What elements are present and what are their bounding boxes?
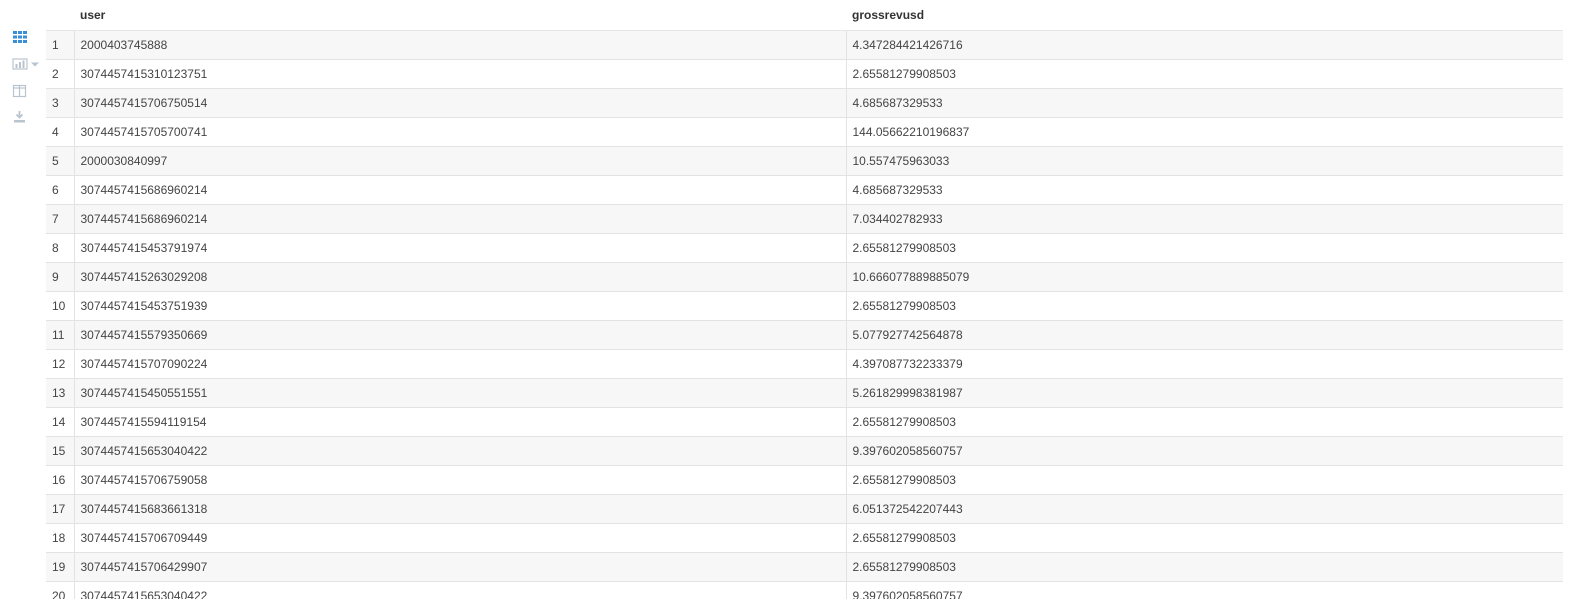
row-index: 16 bbox=[46, 465, 75, 495]
cell-grossrevusd[interactable]: 2.65581279908503 bbox=[846, 407, 1563, 437]
table-row: 3 3074457415706750514 4.685687329533 bbox=[46, 88, 1563, 118]
cell-user[interactable]: 3074457415653040422 bbox=[74, 436, 847, 466]
cell-user[interactable]: 3074457415653040422 bbox=[74, 581, 847, 599]
cell-user[interactable]: 3074457415450551551 bbox=[74, 378, 847, 408]
table-body: 1 2000403745888 4.347284421426716 2 3074… bbox=[46, 30, 1563, 599]
row-index: 3 bbox=[46, 88, 75, 118]
table-row: 4 3074457415705700741 144.05662210196837 bbox=[46, 117, 1563, 147]
table-row: 11 3074457415579350669 5.077927742564878 bbox=[46, 320, 1563, 350]
cell-user[interactable]: 3074457415706750514 bbox=[74, 88, 847, 118]
cell-user[interactable]: 2000030840997 bbox=[74, 146, 847, 176]
cell-grossrevusd[interactable]: 2.65581279908503 bbox=[846, 552, 1563, 582]
bar-chart-icon bbox=[12, 58, 39, 70]
row-index: 13 bbox=[46, 378, 75, 408]
table-row: 8 3074457415453791974 2.65581279908503 bbox=[46, 233, 1563, 263]
cell-grossrevusd[interactable]: 7.034402782933 bbox=[846, 204, 1563, 234]
cell-grossrevusd[interactable]: 4.685687329533 bbox=[846, 175, 1563, 205]
row-index: 8 bbox=[46, 233, 75, 263]
table-row: 12 3074457415707090224 4.397087732233379 bbox=[46, 349, 1563, 379]
cell-user[interactable]: 3074457415706759058 bbox=[74, 465, 847, 495]
table-header-row: user grossrevusd bbox=[46, 0, 1563, 31]
table-row: 19 3074457415706429907 2.65581279908503 bbox=[46, 552, 1563, 582]
row-index: 19 bbox=[46, 552, 75, 582]
results-grid: user grossrevusd 1 2000403745888 4.34728… bbox=[46, 0, 1563, 599]
download-button[interactable] bbox=[12, 110, 42, 128]
cell-grossrevusd[interactable]: 4.347284421426716 bbox=[846, 30, 1563, 60]
cell-user[interactable]: 3074457415706429907 bbox=[74, 552, 847, 582]
cell-user[interactable]: 3074457415453751939 bbox=[74, 291, 847, 321]
row-index: 5 bbox=[46, 146, 75, 176]
cell-grossrevusd[interactable]: 4.397087732233379 bbox=[846, 349, 1563, 379]
cell-grossrevusd[interactable]: 10.557475963033 bbox=[846, 146, 1563, 176]
cell-grossrevusd[interactable]: 4.685687329533 bbox=[846, 88, 1563, 118]
row-index: 20 bbox=[46, 581, 75, 599]
row-index: 10 bbox=[46, 291, 75, 321]
column-header-index bbox=[46, 0, 74, 31]
cell-user[interactable]: 3074457415706709449 bbox=[74, 523, 847, 553]
cell-user[interactable]: 2000403745888 bbox=[74, 30, 847, 60]
table-row: 5 2000030840997 10.557475963033 bbox=[46, 146, 1563, 176]
chart-view-button[interactable] bbox=[12, 57, 42, 75]
table-row: 1 2000403745888 4.347284421426716 bbox=[46, 30, 1563, 60]
row-index: 1 bbox=[46, 30, 75, 60]
table-row: 16 3074457415706759058 2.65581279908503 bbox=[46, 465, 1563, 495]
table-view-button[interactable] bbox=[12, 30, 42, 48]
row-index: 6 bbox=[46, 175, 75, 205]
row-index: 9 bbox=[46, 262, 75, 292]
table-row: 18 3074457415706709449 2.65581279908503 bbox=[46, 523, 1563, 553]
cell-grossrevusd[interactable]: 2.65581279908503 bbox=[846, 59, 1563, 89]
cell-user[interactable]: 3074457415683661318 bbox=[74, 494, 847, 524]
cell-grossrevusd[interactable]: 2.65581279908503 bbox=[846, 523, 1563, 553]
cell-grossrevusd[interactable]: 9.397602058560757 bbox=[846, 436, 1563, 466]
row-index: 14 bbox=[46, 407, 75, 437]
columns-icon bbox=[12, 84, 27, 98]
row-index: 4 bbox=[46, 117, 75, 147]
table-row: 15 3074457415653040422 9.397602058560757 bbox=[46, 436, 1563, 466]
row-index: 17 bbox=[46, 494, 75, 524]
cell-user[interactable]: 3074457415705700741 bbox=[74, 117, 847, 147]
table-row: 14 3074457415594119154 2.65581279908503 bbox=[46, 407, 1563, 437]
cell-user[interactable]: 3074457415594119154 bbox=[74, 407, 847, 437]
table-row: 20 3074457415653040422 9.397602058560757 bbox=[46, 581, 1563, 599]
table-row: 7 3074457415686960214 7.034402782933 bbox=[46, 204, 1563, 234]
table-row: 9 3074457415263029208 10.666077889885079 bbox=[46, 262, 1563, 292]
cell-user[interactable]: 3074457415686960214 bbox=[74, 175, 847, 205]
row-index: 15 bbox=[46, 436, 75, 466]
column-header-user[interactable]: user bbox=[74, 0, 846, 31]
cell-grossrevusd[interactable]: 2.65581279908503 bbox=[846, 291, 1563, 321]
column-header-grossrevusd[interactable]: grossrevusd bbox=[846, 0, 1563, 31]
row-index: 12 bbox=[46, 349, 75, 379]
row-index: 11 bbox=[46, 320, 75, 350]
table-grid-icon bbox=[13, 31, 27, 43]
table-row: 17 3074457415683661318 6.051372542207443 bbox=[46, 494, 1563, 524]
table-row: 2 3074457415310123751 2.65581279908503 bbox=[46, 59, 1563, 89]
row-index: 7 bbox=[46, 204, 75, 234]
cell-grossrevusd[interactable]: 2.65581279908503 bbox=[846, 233, 1563, 263]
view-toolbar bbox=[0, 0, 46, 599]
cell-grossrevusd[interactable]: 10.666077889885079 bbox=[846, 262, 1563, 292]
table-row: 13 3074457415450551551 5.261829998381987 bbox=[46, 378, 1563, 408]
cell-grossrevusd[interactable]: 144.05662210196837 bbox=[846, 117, 1563, 147]
table-row: 6 3074457415686960214 4.685687329533 bbox=[46, 175, 1563, 205]
results-view: user grossrevusd 1 2000403745888 4.34728… bbox=[0, 0, 1569, 599]
cell-user[interactable]: 3074457415453791974 bbox=[74, 233, 847, 263]
download-icon bbox=[14, 111, 25, 123]
cell-grossrevusd[interactable]: 2.65581279908503 bbox=[846, 465, 1563, 495]
cell-grossrevusd[interactable]: 5.261829998381987 bbox=[846, 378, 1563, 408]
cell-user[interactable]: 3074457415263029208 bbox=[74, 262, 847, 292]
cell-user[interactable]: 3074457415579350669 bbox=[74, 320, 847, 350]
cell-user[interactable]: 3074457415686960214 bbox=[74, 204, 847, 234]
row-index: 2 bbox=[46, 59, 75, 89]
cell-user[interactable]: 3074457415707090224 bbox=[74, 349, 847, 379]
results-table: user grossrevusd 1 2000403745888 4.34728… bbox=[46, 0, 1563, 599]
cell-user[interactable]: 3074457415310123751 bbox=[74, 59, 847, 89]
cell-grossrevusd[interactable]: 5.077927742564878 bbox=[846, 320, 1563, 350]
cell-grossrevusd[interactable]: 6.051372542207443 bbox=[846, 494, 1563, 524]
cell-grossrevusd[interactable]: 9.397602058560757 bbox=[846, 581, 1563, 599]
row-index: 18 bbox=[46, 523, 75, 553]
table-row: 10 3074457415453751939 2.65581279908503 bbox=[46, 291, 1563, 321]
chevron-down-icon bbox=[31, 62, 39, 67]
columns-view-button[interactable] bbox=[12, 84, 42, 102]
